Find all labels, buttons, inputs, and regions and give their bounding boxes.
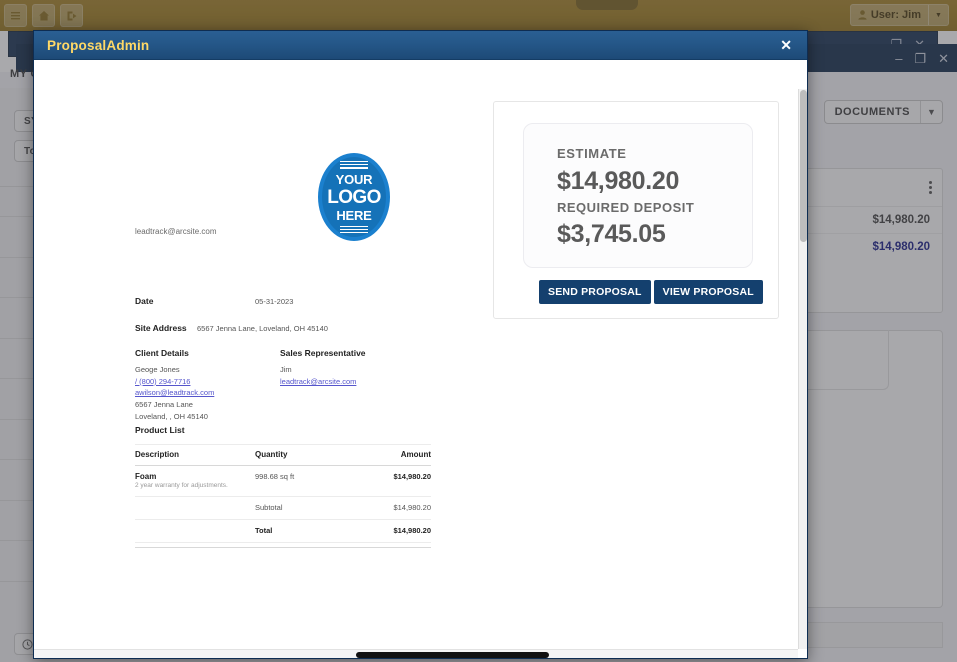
product-description-cell: Foam 2 year warranty for adjustments.: [135, 465, 255, 497]
document-field: Site Address 6567 Jenna Lane, Loveland, …: [135, 323, 431, 333]
send-proposal-button[interactable]: SEND PROPOSAL: [539, 280, 651, 304]
sales-rep-email-link[interactable]: leadtrack@arcsite.com: [280, 376, 425, 388]
required-deposit-amount: $3,745.05: [557, 220, 666, 248]
company-email: leadtrack@arcsite.com: [135, 227, 217, 236]
modal-horizontal-scrollbar[interactable]: [34, 649, 798, 658]
subtotal-spacer: [135, 496, 255, 520]
product-quantity-cell: 998.68 sq ft: [255, 465, 351, 497]
field-label: Date: [135, 296, 154, 306]
sales-rep-heading: Sales Representative: [280, 348, 366, 358]
column-header-description: Description: [135, 444, 255, 466]
estimate-card: ESTIMATE $14,980.20 REQUIRED DEPOSIT $3,…: [493, 101, 779, 319]
total-value: $14,980.20: [351, 519, 431, 543]
proposal-admin-modal: ProposalAdmin ✕ leadtrack@arcsite.com YO…: [33, 30, 808, 659]
estimate-amounts-panel: ESTIMATE $14,980.20 REQUIRED DEPOSIT $3,…: [523, 123, 753, 268]
product-table-header-row: Description Quantity Amount: [135, 444, 431, 466]
subtotal-value: $14,980.20: [351, 496, 431, 520]
document-field-list: Date 05-31-2023 Site Address 6567 Jenna …: [135, 296, 431, 350]
product-list-title: Product List: [135, 425, 185, 435]
total-label: Total: [255, 519, 351, 543]
subtotal-row: Subtotal $14,980.20: [135, 496, 431, 520]
modal-horizontal-scrollbar-thumb[interactable]: [356, 652, 549, 658]
product-note: 2 year warranty for adjustments.: [135, 482, 228, 489]
table-bottom-rule: [135, 547, 431, 548]
modal-close-button[interactable]: ✕: [777, 36, 795, 54]
client-email-link[interactable]: awilson@leadtrack.com: [135, 387, 280, 399]
client-name: Geoge Jones: [135, 365, 180, 374]
logo-line-3: HERE: [336, 207, 372, 223]
subtotal-label: Subtotal: [255, 496, 351, 520]
modal-title-text: ProposalAdmin: [47, 37, 150, 53]
modal-title-bar: ProposalAdmin ✕: [34, 31, 807, 60]
product-name: Foam: [135, 472, 157, 481]
field-value: 05-31-2023: [255, 297, 294, 306]
modal-body: leadtrack@arcsite.com YOUR LOGO HERE Dat…: [34, 60, 807, 658]
modal-vertical-scrollbar[interactable]: [798, 89, 807, 649]
table-row: Foam 2 year warranty for adjustments. 99…: [135, 465, 431, 497]
total-row: Total $14,980.20: [135, 519, 431, 543]
logo-top-bars-icon: [340, 160, 368, 169]
required-deposit-label: REQUIRED DEPOSIT: [557, 200, 695, 215]
total-spacer: [135, 519, 255, 543]
estimate-amount: $14,980.20: [557, 167, 680, 195]
proposal-document: leadtrack@arcsite.com YOUR LOGO HERE Dat…: [34, 60, 807, 658]
column-header-quantity: Quantity: [255, 444, 351, 466]
product-table-head: Description Quantity Amount: [135, 444, 431, 466]
contacts-section: Client Details Geoge Jones / (800) 294-7…: [135, 348, 431, 422]
product-table-body: Foam 2 year warranty for adjustments. 99…: [135, 465, 431, 543]
screen: User: Jim ▼ ❐ ✕ – ❐ ✕ MY C...: [0, 0, 957, 662]
field-value: 6567 Jenna Lane, Loveland, OH 45140: [197, 324, 328, 333]
logo-line-2: LOGO: [327, 186, 381, 208]
view-proposal-button[interactable]: VIEW PROPOSAL: [653, 280, 763, 304]
client-address-line-2: Loveland, , OH 45140: [135, 411, 208, 421]
sales-rep-column: Sales Representative Jim leadtrack@arcsi…: [280, 348, 425, 422]
logo-bottom-bars-icon: [340, 225, 368, 234]
document-field: Date 05-31-2023: [135, 296, 431, 306]
sales-rep-name: Jim: [280, 365, 292, 374]
company-logo: YOUR LOGO HERE: [318, 153, 390, 241]
estimate-card-actions: SEND PROPOSAL VIEW PROPOSAL: [539, 280, 763, 304]
field-label: Site Address: [135, 323, 187, 333]
logo-line-1: YOUR: [335, 171, 373, 187]
client-phone-link[interactable]: / (800) 294-7716: [135, 376, 280, 388]
product-amount-cell: $14,980.20: [351, 465, 431, 497]
client-address-line-1: 6567 Jenna Lane: [135, 399, 193, 409]
modal-vertical-scrollbar-thumb[interactable]: [800, 90, 807, 242]
product-list-section: Product List Description Quantity Amount: [135, 425, 431, 548]
estimate-label: ESTIMATE: [557, 146, 627, 161]
product-table: Description Quantity Amount Foam 2 year …: [135, 444, 431, 543]
client-details-column: Client Details Geoge Jones / (800) 294-7…: [135, 348, 280, 422]
column-header-amount: Amount: [351, 444, 431, 466]
client-details-heading: Client Details: [135, 348, 189, 358]
